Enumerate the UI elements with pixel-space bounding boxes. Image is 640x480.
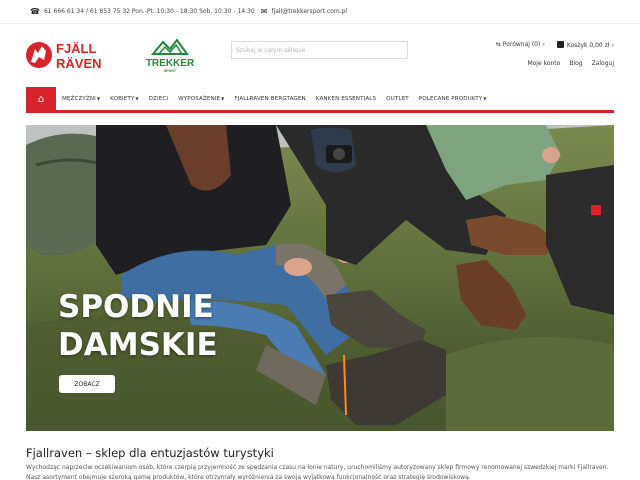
compare-link[interactable]: ⇆ Porównaj (0) ▾ <box>496 41 545 49</box>
caret-down-icon: ▼ <box>483 96 487 101</box>
intro-heading: Fjallraven – sklep dla entuzjastów turys… <box>26 446 274 460</box>
header-account-area: ⇆ Porównaj (0) ▾ Koszyk 0,00 zł ▾ Moje kon… <box>496 41 614 67</box>
nav-label: KANKEN ESSENTIALS <box>315 96 377 102</box>
phone-icon: ☎ <box>30 7 40 16</box>
nav-item-bergtagen[interactable]: FJALLRAVEN BERGTAGEN <box>229 96 310 102</box>
logo-sport-text: SPORT <box>164 69 177 73</box>
intro-paragraph: Wychodząc naprzeciw oczekiwaniom osób, k… <box>26 464 609 480</box>
nav-label: OUTLET <box>386 96 409 102</box>
caret-down-icon: ▼ <box>135 96 139 101</box>
nav-item-dzieci[interactable]: DZIECI <box>144 96 173 102</box>
login-link[interactable]: Zaloguj <box>592 60 614 67</box>
trekker-sport-logo[interactable]: TREKKER SPORT <box>141 36 199 74</box>
logo-fjall-text: FJÄLL <box>56 41 97 56</box>
nav-item-wyposazenie[interactable]: WYPOSAŻENIE▼ <box>173 96 229 102</box>
contact-email[interactable]: fjall@trekkersport.com.pl <box>271 8 347 15</box>
hero-title-line2: DAMSKIE <box>58 327 218 363</box>
main-navigation: ⌂ MĘŻCZYŹNI▼ KOBIETY▼ DZIECI WYPOSAŻENIE… <box>26 86 614 113</box>
chevron-down-icon: ▾ <box>542 42 545 48</box>
cart-label: Koszyk 0,00 zł <box>566 42 610 49</box>
logo-trekker-text: TREKKER <box>146 58 195 69</box>
nav-label: POLECANE PRODUKTY <box>418 96 483 102</box>
contact-phone-hours: 61 666 61 34 / 61 853 75 32 Pon.-Pt. 10:… <box>43 8 255 15</box>
home-icon: ⌂ <box>37 93 45 105</box>
logo-raven-text: RÄVEN <box>56 56 102 70</box>
caret-down-icon: ▼ <box>221 96 225 101</box>
cart-icon <box>556 41 564 48</box>
blog-link[interactable]: Blog <box>569 60 582 67</box>
nav-item-outlet[interactable]: OUTLET <box>381 96 414 102</box>
compare-label: Porównaj (0) <box>502 41 541 48</box>
nav-label: MĘŻCZYŹNI <box>62 96 96 102</box>
top-info-bar: ☎ 61 666 61 34 / 61 853 75 32 Pon.-Pt. 1… <box>0 0 640 24</box>
home-button[interactable]: ⌂ <box>26 86 56 112</box>
nav-label: WYPOSAŻENIE <box>178 96 221 102</box>
site-header: FJÄLL RÄVEN TREKKER SPORT ⇆ Porównaj (0)… <box>0 24 640 86</box>
nav-item-polecane[interactable]: POLECANE PRODUKTY▼ <box>414 96 492 102</box>
hero-cta-button[interactable]: ZOBACZ <box>59 375 115 393</box>
search-input[interactable] <box>231 41 408 59</box>
caret-down-icon: ▼ <box>96 96 101 101</box>
hero-banner[interactable]: SPODNIE DAMSKIE ZOBACZ <box>26 125 614 431</box>
compare-icon: ⇆ <box>495 41 501 48</box>
nav-item-mezczyzni[interactable]: MĘŻCZYŹNI▼ <box>56 96 105 102</box>
envelope-icon: ✉ <box>260 7 268 16</box>
cart-link[interactable]: Koszyk 0,00 zł ▾ <box>556 41 614 49</box>
nav-item-kanken[interactable]: KANKEN ESSENTIALS <box>311 96 381 102</box>
hero-title-line1: SPODNIE <box>58 289 214 325</box>
nav-label: DZIECI <box>148 96 169 102</box>
nav-label: KOBIETY <box>110 96 135 102</box>
fjallraven-logo[interactable]: FJÄLL RÄVEN <box>25 40 118 71</box>
nav-item-kobiety[interactable]: KOBIETY▼ <box>105 96 144 102</box>
chevron-down-icon: ▾ <box>611 43 614 49</box>
hero-title: SPODNIE DAMSKIE <box>58 288 218 364</box>
nav-label: FJALLRAVEN BERGTAGEN <box>234 96 306 102</box>
my-account-link[interactable]: Moje konto <box>527 60 560 67</box>
